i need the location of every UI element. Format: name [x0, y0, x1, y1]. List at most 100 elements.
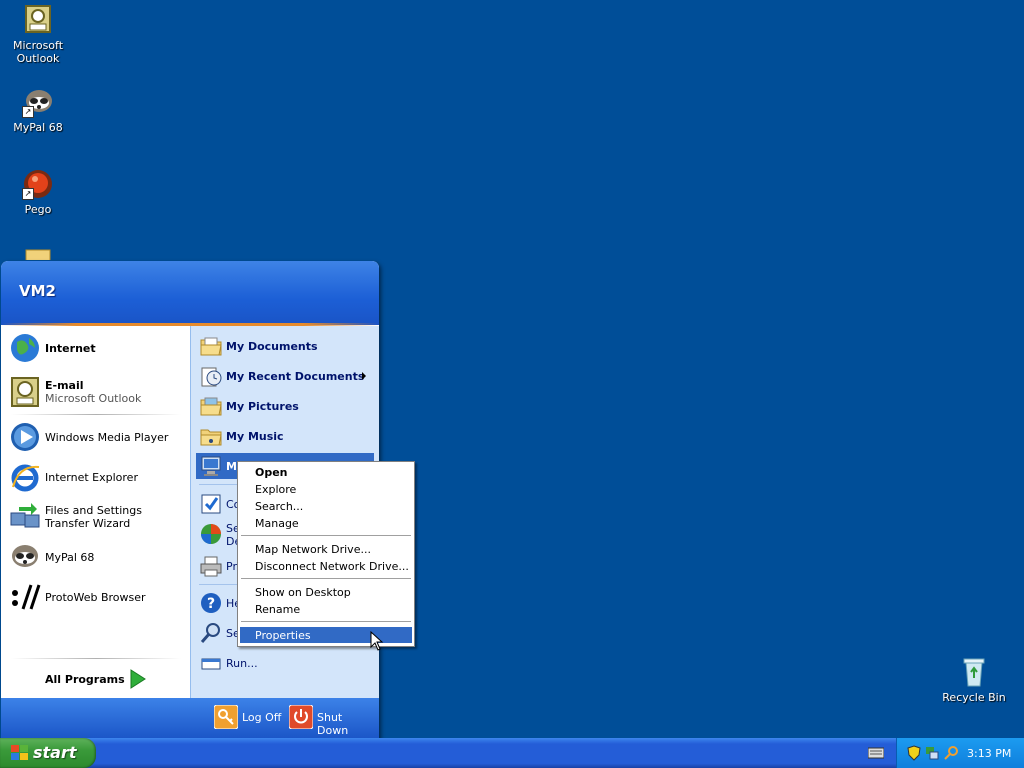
my-computer-icon [199, 454, 223, 478]
pinned-item-email[interactable]: E-mail Microsoft Outlook [7, 375, 187, 409]
desktop-icon-label: Recycle Bin [942, 691, 1006, 704]
menu-item-disconnect-network-drive[interactable]: Disconnect Network Drive... [240, 558, 412, 574]
place-run[interactable]: Run... [196, 650, 374, 676]
menu-item-label: Disconnect Network Drive... [255, 560, 409, 573]
menu-item-map-network-drive[interactable]: Map Network Drive... [240, 541, 412, 557]
user-name: VM2 [19, 282, 56, 300]
folder-icon [22, 246, 54, 260]
power-icon [288, 704, 314, 732]
desktop-icon-outlook[interactable]: Microsoft Outlook [0, 4, 76, 65]
recent-item-transfer-wizard[interactable]: Files and Settings Transfer Wizard [7, 500, 187, 534]
shortcut-arrow-icon: ↗ [22, 188, 34, 200]
menu-item-search[interactable]: Search... [240, 498, 412, 514]
windows-logo-icon [10, 744, 30, 765]
desktop-icon-label: Microsoft Outlook [12, 39, 64, 65]
recycle-bin-icon [958, 656, 990, 688]
desktop-icon-mypal[interactable]: ↗ MyPal 68 [0, 86, 76, 134]
globe-icon [9, 332, 41, 364]
mypal-icon [9, 541, 41, 573]
item-label: My Music [226, 430, 284, 443]
shut-down-label: Shut Down [317, 711, 349, 737]
log-off-button[interactable]: Log Off [213, 704, 284, 732]
set-program-defaults-icon [199, 522, 223, 546]
menu-item-label: Manage [255, 517, 299, 530]
shortcut-arrow-icon: ↗ [22, 106, 34, 118]
clock[interactable]: 3:13 PM [967, 747, 1011, 760]
separator [11, 658, 181, 659]
pego-icon: ↗ [22, 168, 54, 200]
system-tray: 3:13 PM [896, 738, 1024, 768]
item-label: ProtoWeb Browser [45, 591, 146, 604]
recent-docs-icon [199, 364, 223, 388]
menu-item-label: Open [255, 466, 288, 479]
recent-item-media-player[interactable]: Windows Media Player [7, 420, 187, 454]
key-icon [213, 704, 239, 732]
desktop-icon-label: MyPal 68 [13, 121, 63, 134]
all-programs-button[interactable]: All Programs [41, 666, 161, 692]
recent-item-mypal[interactable]: MyPal 68 [7, 540, 187, 574]
menu-item-open[interactable]: Open [240, 464, 412, 480]
item-label: M [226, 460, 237, 473]
desktop-icon-pego[interactable]: ↗ Pego [0, 168, 76, 216]
shut-down-button[interactable]: Shut Down [288, 704, 373, 737]
menu-item-label: Rename [255, 603, 301, 616]
all-programs-label: All Programs [45, 673, 125, 686]
place-my-pictures[interactable]: My Pictures [196, 393, 374, 419]
place-my-music[interactable]: My Music [196, 423, 374, 449]
menu-item-manage[interactable]: Manage [240, 515, 412, 531]
keyboard-icon[interactable] [867, 747, 885, 762]
search-icon [199, 621, 223, 645]
transfer-wizard-icon [9, 501, 41, 533]
start-menu-left-pane: Internet E-mail Microsoft Outlook Window… [1, 326, 190, 698]
item-label: My Recent Documents [226, 370, 365, 383]
run-icon [199, 651, 223, 675]
menu-separator [241, 621, 411, 622]
desktop-icon-label: Pego [24, 203, 52, 216]
folder-icon [199, 394, 223, 418]
folder-icon [199, 334, 223, 358]
menu-item-label: Show on Desktop [255, 586, 351, 599]
network-icon[interactable] [925, 745, 939, 764]
green-arrow-icon [127, 668, 147, 693]
media-player-icon [9, 421, 41, 453]
svg-text:?: ? [207, 596, 215, 612]
menu-separator [241, 535, 411, 536]
security-shield-icon[interactable] [907, 745, 921, 764]
item-label: Pr [226, 560, 237, 573]
menu-item-rename[interactable]: Rename [240, 601, 412, 617]
desktop-icon-recycle-bin[interactable]: Recycle Bin [936, 656, 1012, 704]
search-tray-icon[interactable] [943, 745, 959, 764]
item-label: Internet [45, 342, 96, 355]
menu-item-explore[interactable]: Explore [240, 481, 412, 497]
pinned-item-internet[interactable]: Internet [7, 331, 187, 365]
mouse-cursor-icon [370, 630, 384, 654]
start-button[interactable]: start [0, 738, 96, 768]
menu-item-label: Map Network Drive... [255, 543, 371, 556]
start-label: start [33, 743, 77, 762]
submenu-arrow-icon [362, 372, 366, 380]
item-label: My Documents [226, 340, 318, 353]
item-label: E-mail [45, 379, 84, 392]
place-my-documents[interactable]: My Documents [196, 333, 374, 359]
menu-item-label: Search... [255, 500, 304, 513]
outlook-icon [9, 376, 41, 408]
separator [11, 414, 181, 415]
menu-item-properties[interactable]: Properties [240, 627, 412, 643]
item-label: Windows Media Player [45, 431, 169, 444]
item-label: Run... [226, 657, 258, 670]
help-icon: ? [199, 591, 223, 615]
menu-item-show-on-desktop[interactable]: Show on Desktop [240, 584, 412, 600]
mypal-icon: ↗ [22, 86, 54, 118]
place-my-recent-documents[interactable]: My Recent Documents [196, 363, 374, 389]
start-menu-footer: Log Off Shut Down [1, 698, 379, 740]
item-label: My Pictures [226, 400, 299, 413]
desktop-icon-folder[interactable] [0, 246, 76, 260]
recent-item-protoweb[interactable]: ProtoWeb Browser [7, 580, 187, 614]
recent-item-internet-explorer[interactable]: Internet Explorer [7, 460, 187, 494]
item-label: Internet Explorer [45, 471, 138, 484]
outlook-icon [22, 4, 54, 36]
start-menu-header: VM2 [1, 261, 379, 325]
menu-separator [241, 578, 411, 579]
control-panel-icon [199, 492, 223, 516]
menu-item-label: Explore [255, 483, 297, 496]
